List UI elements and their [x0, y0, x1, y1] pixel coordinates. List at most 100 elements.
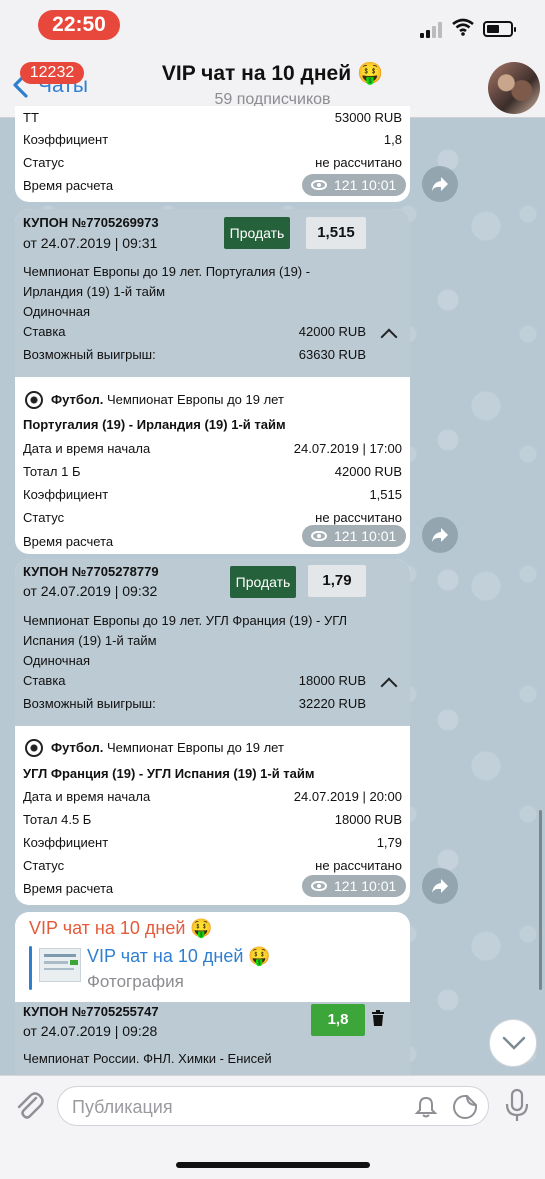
microphone-icon[interactable]: [504, 1088, 530, 1124]
coupon-message-1: КУПОН №7705269973 от 24.07.2019 | 09:31 …: [15, 209, 410, 554]
sell-button[interactable]: Продать: [224, 217, 290, 249]
detail-key: Время расчета: [23, 881, 114, 896]
coupon-date: от 24.07.2019 | 09:28: [23, 1023, 158, 1039]
sender-name[interactable]: VIP чат на 10 дней 🤑: [29, 918, 213, 939]
reply-thumbnail[interactable]: [39, 948, 81, 982]
bet-type: Одиночная: [23, 304, 91, 319]
detail-key: Время расчета: [23, 534, 114, 549]
detail-value: не рассчитано: [315, 858, 402, 873]
detail-row: Дата и время начала 24.07.2019 | 20:00: [23, 787, 402, 807]
odds-box: 1,8: [311, 1004, 365, 1036]
win-value: 32220 RUB: [298, 696, 366, 711]
message-time: 10:01: [361, 177, 397, 193]
detail-row: Дата и время начала 24.07.2019 | 17:00: [23, 439, 402, 459]
stake-label: Ставка: [23, 673, 66, 688]
detail-value: 24.07.2019 | 20:00: [293, 789, 402, 804]
reply-subtitle: Фотография: [87, 972, 184, 991]
detail-key: Тотал 1 Б: [23, 464, 81, 479]
channel-avatar[interactable]: [488, 62, 540, 114]
bet-type: Одиночная: [23, 653, 91, 668]
coupon-number: КУПОН №7705255747: [23, 1004, 159, 1019]
detail-value: 1,8: [383, 132, 402, 147]
detail-value: не рассчитано: [315, 155, 402, 170]
football-icon: [25, 391, 43, 409]
views-eye-icon: [311, 881, 327, 891]
chat-title[interactable]: VIP чат на 10 дней 🤑: [0, 62, 545, 86]
detail-key: ТТ: [23, 110, 39, 125]
odds-box: 1,515: [306, 217, 366, 249]
detail-row: Коэффициент 1,79: [23, 833, 402, 853]
sport-name: Футбол.: [51, 392, 104, 407]
collapse-chevron-icon[interactable]: [380, 328, 398, 346]
reply-bar: [29, 946, 32, 990]
message-input[interactable]: [72, 1093, 402, 1121]
message-input-field[interactable]: [57, 1086, 489, 1126]
detail-value: 1,515: [369, 487, 402, 502]
detail-value: 1,79: [376, 835, 402, 850]
win-value: 63630 RUB: [298, 347, 366, 362]
event-line: Чемпионат России. ФНЛ. Химки - Енисей: [23, 1051, 272, 1066]
detail-row: Коэффициент 1,515: [23, 485, 402, 505]
league-name: Чемпионат Европы до 19 лет: [107, 740, 284, 755]
battery-icon: [483, 21, 516, 37]
reply-title[interactable]: VIP чат на 10 дней 🤑: [87, 946, 271, 967]
win-label: Возможный выигрыш:: [23, 696, 156, 711]
coupon-date: от 24.07.2019 | 09:31: [23, 235, 158, 251]
message-bubble: ТТ 53000 RUB Коэффициент 1,8 Статус не р…: [15, 106, 410, 202]
detail-row: ТТ 53000 RUB: [23, 108, 402, 128]
detail-row: Статус не рассчитано: [23, 153, 402, 173]
stake-row: Ставка 42000 RUB: [23, 322, 366, 342]
scroll-to-bottom-button[interactable]: [489, 1019, 537, 1067]
sport-line: Футбол. Чемпионат Европы до 19 лет: [51, 390, 402, 410]
detail-key: Тотал 4.5 Б: [23, 812, 92, 827]
coupon-header-panel: КУПОН №7705269973 от 24.07.2019 | 09:31 …: [15, 209, 410, 377]
event-line: Испания (19) 1-й тайм: [23, 633, 157, 648]
scrollbar[interactable]: [539, 810, 542, 990]
coupon-header-panel: КУПОН №7705278779 от 24.07.2019 | 09:32 …: [15, 559, 410, 726]
match-name: УГЛ Франция (19) - УГЛ Испания (19) 1-й …: [23, 766, 315, 781]
trash-icon[interactable]: [371, 1010, 385, 1026]
detail-key: Время расчета: [23, 178, 114, 193]
bell-icon[interactable]: [414, 1095, 438, 1119]
sport-name: Футбол.: [51, 740, 104, 755]
match-name: Португалия (19) - Ирландия (19) 1-й тайм: [23, 417, 286, 432]
message-time: 10:01: [361, 528, 397, 544]
chevron-down-icon: [502, 1036, 526, 1050]
share-button[interactable]: [422, 868, 458, 904]
detail-key: Статус: [23, 510, 65, 525]
detail-key: Коэффициент: [23, 835, 109, 850]
detail-key: Дата и время начала: [23, 441, 151, 456]
detail-row: Тотал 1 Б 42000 RUB: [23, 462, 402, 482]
share-arrow-icon: [432, 177, 448, 191]
share-button[interactable]: [422, 517, 458, 553]
attach-paperclip-icon[interactable]: [14, 1090, 44, 1122]
reply-message: VIP чат на 10 дней 🤑 VIP чат на 10 дней …: [15, 912, 410, 1075]
coupon-header-panel: КУПОН №7705255747 от 24.07.2019 | 09:28 …: [15, 1002, 410, 1075]
detail-row: Статус не рассчитано: [23, 856, 402, 876]
cellular-signal-icon: [420, 22, 446, 38]
detail-key: Дата и время начала: [23, 789, 151, 804]
detail-row: Тотал 4.5 Б 18000 RUB: [23, 810, 402, 830]
coupon-number: КУПОН №7705269973: [23, 215, 159, 230]
message-meta: 121 10:01: [302, 875, 407, 897]
detail-key: Статус: [23, 858, 65, 873]
coupon-message-2: КУПОН №7705278779 от 24.07.2019 | 09:32 …: [15, 559, 410, 905]
sticker-icon[interactable]: [452, 1094, 478, 1120]
stake-value: 42000 RUB: [298, 324, 366, 339]
detail-value: 24.07.2019 | 17:00: [293, 441, 402, 456]
status-bar: 22:50: [0, 0, 545, 50]
views-count: 121: [334, 878, 358, 894]
event-line: Чемпионат Европы до 19 лет. Португалия (…: [23, 264, 311, 279]
collapse-chevron-icon[interactable]: [380, 677, 398, 695]
detail-value: 18000 RUB: [334, 812, 402, 827]
coupon-date: от 24.07.2019 | 09:32: [23, 583, 158, 599]
share-button[interactable]: [422, 166, 458, 202]
win-row: Возможный выигрыш: 32220 RUB: [23, 694, 366, 714]
wifi-icon: [452, 18, 474, 36]
message-meta: 121 10:01: [302, 525, 407, 547]
message-meta: 121 10:01: [302, 174, 407, 196]
message-time: 10:01: [361, 878, 397, 894]
sport-line: Футбол. Чемпионат Европы до 19 лет: [51, 738, 402, 758]
sell-button[interactable]: Продать: [230, 566, 296, 598]
stake-label: Ставка: [23, 324, 66, 339]
